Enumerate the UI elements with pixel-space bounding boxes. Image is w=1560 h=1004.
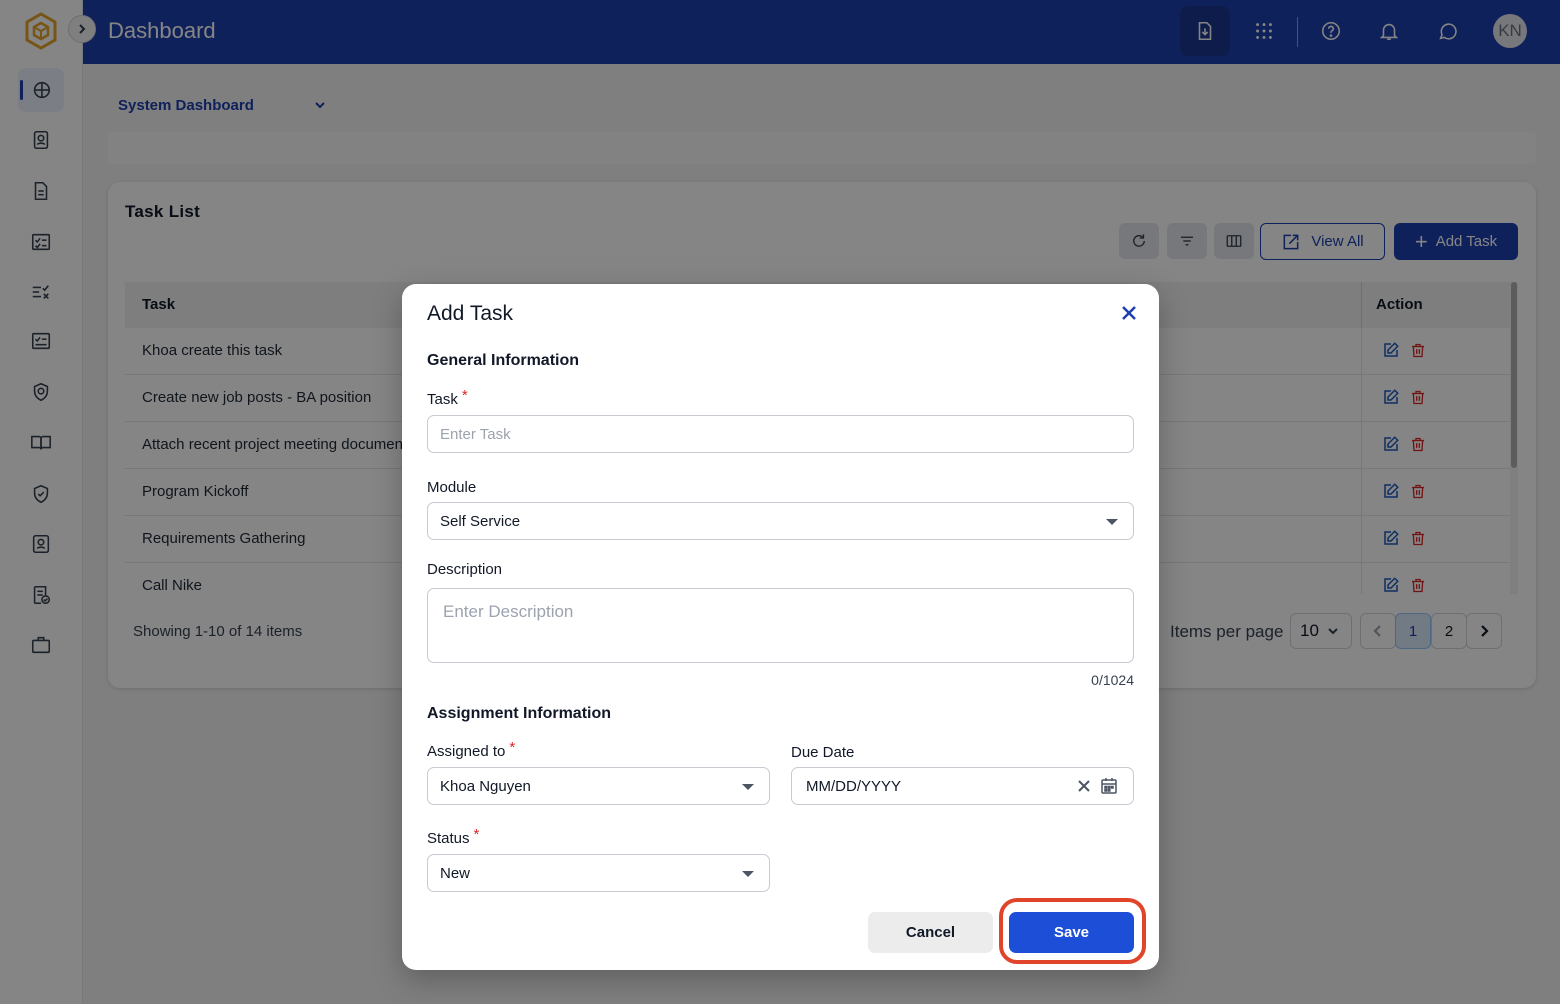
assigned-label-text: Assigned to	[427, 743, 506, 760]
module-field-label: Module	[427, 479, 477, 496]
assigned-to-value: Khoa Nguyen	[440, 777, 531, 795]
task-field-label: Task *	[427, 387, 468, 408]
due-date-field-label: Due Date	[791, 744, 855, 761]
module-select-value: Self Service	[440, 512, 521, 530]
description-field-label: Description	[427, 561, 503, 578]
required-marker: *	[509, 739, 516, 756]
close-icon	[1122, 306, 1136, 320]
task-label-text: Task	[427, 391, 458, 408]
close-dialog-button[interactable]	[1118, 302, 1140, 324]
status-field-label: Status *	[427, 826, 479, 847]
assigned-to-select[interactable]: Khoa Nguyen	[427, 767, 770, 805]
due-date-input[interactable]: MM/DD/YYYY	[791, 767, 1134, 805]
general-information-heading: General Information	[427, 352, 580, 369]
assigned-to-field-label: Assigned to *	[427, 739, 515, 760]
character-counter: 0/1024	[1091, 672, 1134, 688]
module-select[interactable]: Self Service	[427, 502, 1134, 540]
dropdown-caret-icon	[742, 871, 754, 877]
dialog-title: Add Task	[427, 302, 513, 325]
cancel-button[interactable]: Cancel	[868, 912, 993, 953]
save-button[interactable]: Save	[1009, 912, 1134, 953]
add-task-dialog: Add Task General Information Task * Enter…	[402, 284, 1159, 970]
dropdown-caret-icon	[1106, 519, 1118, 525]
required-marker: *	[461, 387, 468, 404]
clear-date-icon[interactable]	[1077, 779, 1091, 793]
task-input[interactable]: Enter Task	[427, 415, 1134, 453]
description-placeholder: Enter Description	[443, 602, 574, 621]
calendar-icon[interactable]	[1100, 777, 1118, 795]
due-date-placeholder: MM/DD/YYYY	[806, 777, 902, 795]
status-select-value: New	[440, 864, 471, 882]
dropdown-caret-icon	[742, 784, 754, 790]
description-textarea[interactable]: Enter Description	[427, 588, 1134, 663]
task-input-placeholder: Enter Task	[440, 425, 511, 443]
required-marker: *	[473, 826, 480, 843]
status-select[interactable]: New	[427, 854, 770, 892]
assignment-information-heading: Assignment Information	[427, 705, 612, 722]
status-label-text: Status	[427, 830, 470, 847]
